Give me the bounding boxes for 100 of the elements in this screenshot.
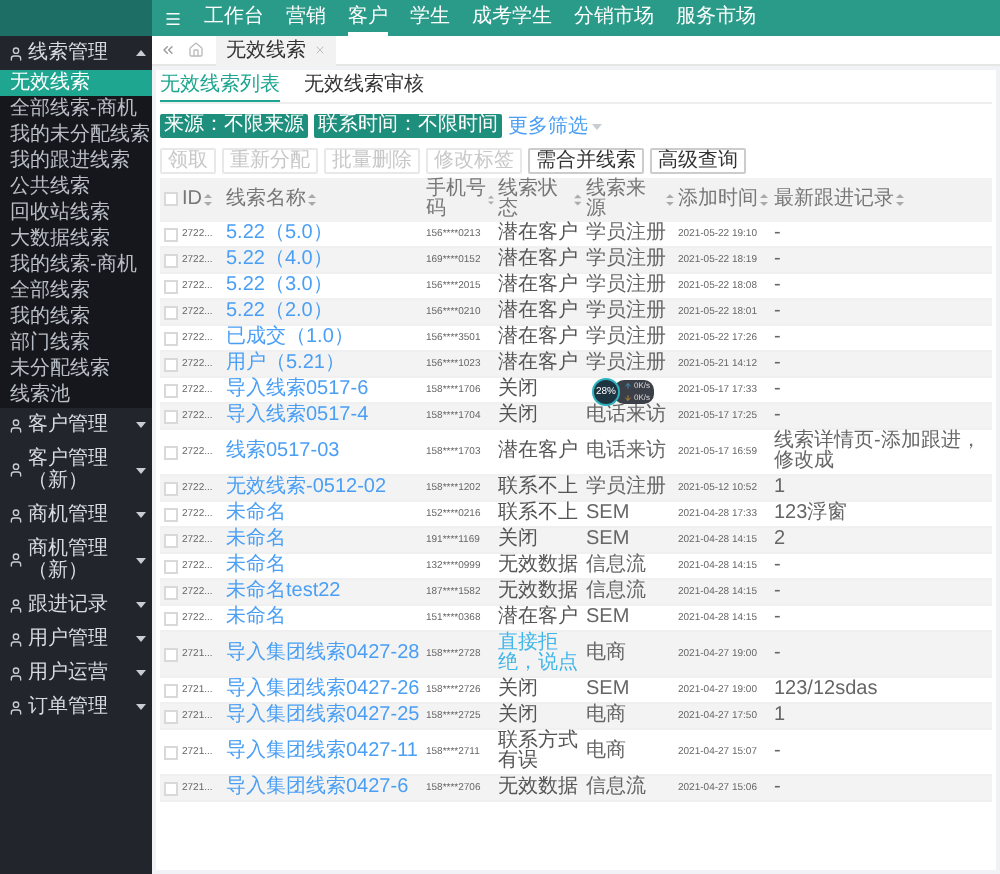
sidebar-group[interactable]: 商机管理 [0, 498, 152, 532]
collapse-icon[interactable] [160, 42, 176, 58]
checkbox[interactable] [163, 683, 177, 697]
sidebar-group[interactable]: 商机管理（新） [0, 532, 152, 588]
checkbox[interactable] [163, 279, 177, 293]
lead-link[interactable]: 用户（5.21） [224, 352, 424, 378]
lead-link[interactable]: 导入集团线索0427-6 [224, 776, 424, 802]
table-cell: 联系方式有误 [496, 730, 584, 776]
sidebar-item[interactable]: 大数据线索 [0, 226, 152, 252]
lead-link[interactable]: 5.22（3.0） [224, 274, 424, 300]
lead-link[interactable]: 未命名 [224, 554, 424, 580]
checkbox[interactable] [163, 647, 177, 661]
user-icon [8, 665, 24, 681]
column-header: ID [182, 190, 202, 210]
lead-link[interactable]: 无效线索-0512-02 [224, 476, 424, 502]
table-cell: 潜在客户 [496, 274, 584, 300]
sidebar-item[interactable]: 我的线索 [0, 304, 152, 330]
lead-link[interactable]: 导入线索0517-6 [224, 378, 424, 404]
sidebar-item[interactable]: 部门线索 [0, 330, 152, 356]
sidebar-item[interactable]: 我的未分配线索 [0, 122, 152, 148]
sidebar-item[interactable]: 我的跟进线索 [0, 148, 152, 174]
sidebar-group[interactable]: 线索管理 [0, 36, 152, 70]
filter-tag[interactable]: 联系时间：不限时间 [314, 114, 502, 138]
sidebar-item[interactable]: 全部线索 [0, 278, 152, 304]
status-link[interactable]: 直接拒绝，说点 [496, 632, 584, 678]
checkbox[interactable] [163, 383, 177, 397]
sort-icon[interactable] [760, 194, 768, 206]
sidebar-item[interactable]: 未分配线索 [0, 356, 152, 382]
lead-link[interactable]: 5.22（4.0） [224, 248, 424, 274]
checkbox[interactable] [163, 481, 177, 495]
checkbox[interactable] [163, 409, 177, 423]
sidebar-group[interactable]: 用户运营 [0, 656, 152, 690]
nav-item[interactable]: 学生 [410, 0, 450, 36]
nav-item[interactable]: 分销市场 [574, 0, 654, 36]
page-tab[interactable]: 无效线索 [216, 35, 336, 65]
table-cell: 学员注册 [584, 248, 676, 274]
filter-tag[interactable]: 来源：不限来源 [160, 114, 308, 138]
menu-icon[interactable] [164, 9, 182, 27]
sidebar-group[interactable]: 订单管理 [0, 690, 152, 724]
checkbox[interactable] [163, 533, 177, 547]
sidebar-group[interactable]: 客户管理（新） [0, 442, 152, 498]
table-cell: - [772, 300, 992, 326]
sidebar-item[interactable]: 无效线索 [0, 70, 152, 96]
sidebar-item[interactable]: 公共线索 [0, 174, 152, 200]
user-icon [8, 631, 24, 647]
sort-icon[interactable] [896, 194, 904, 206]
checkbox[interactable] [163, 585, 177, 599]
checkbox[interactable] [163, 445, 177, 459]
lead-link[interactable]: 未命名test22 [224, 580, 424, 606]
checkbox[interactable] [163, 507, 177, 521]
lead-link[interactable]: 5.22（2.0） [224, 300, 424, 326]
checkbox[interactable] [163, 357, 177, 371]
more-filters-link[interactable]: 更多筛选 [508, 112, 602, 140]
checkbox[interactable] [163, 559, 177, 573]
action-button[interactable]: 需合并线索 [528, 148, 644, 174]
nav-item[interactable]: 营销 [286, 0, 326, 36]
checkbox[interactable] [163, 781, 177, 795]
sidebar-group[interactable]: 用户管理 [0, 622, 152, 656]
lead-link[interactable]: 导入线索0517-4 [224, 404, 424, 430]
checkbox[interactable] [163, 331, 177, 345]
checkbox[interactable] [163, 709, 177, 723]
lead-link[interactable]: 未命名 [224, 502, 424, 528]
action-button[interactable]: 高级查询 [650, 148, 746, 174]
home-icon[interactable] [188, 42, 204, 58]
lead-link[interactable]: 未命名 [224, 606, 424, 632]
close-icon[interactable] [314, 44, 326, 56]
sidebar-item[interactable]: 我的线索-商机 [0, 252, 152, 278]
group-label: 客户管理 [28, 414, 110, 436]
nav-item[interactable]: 服务市场 [676, 0, 756, 36]
sidebar-item[interactable]: 全部线索-商机 [0, 96, 152, 122]
upload-icon [624, 382, 632, 390]
sidebar-item[interactable]: 回收站线索 [0, 200, 152, 226]
checkbox[interactable] [163, 611, 177, 625]
lead-link[interactable]: 导入集团线索0427-25 [224, 704, 424, 730]
checkbox[interactable] [163, 227, 177, 241]
caret-icon [136, 704, 146, 710]
checkbox[interactable] [163, 192, 177, 206]
lead-link[interactable]: 已成交（1.0） [224, 326, 424, 352]
nav-item[interactable]: 工作台 [204, 0, 264, 36]
group-label: 订单管理 [28, 696, 110, 718]
user-icon [8, 552, 24, 568]
sidebar-group[interactable]: 客户管理 [0, 408, 152, 442]
sidebar-item[interactable]: 线索池 [0, 382, 152, 408]
checkbox[interactable] [163, 305, 177, 319]
lead-link[interactable]: 未命名 [224, 528, 424, 554]
caret-icon [136, 422, 146, 428]
checkbox[interactable] [163, 253, 177, 267]
nav-item[interactable]: 成考学生 [472, 0, 552, 36]
sort-icon[interactable] [204, 194, 212, 206]
lead-link[interactable]: 5.22（5.0） [224, 222, 424, 248]
sub-tab[interactable]: 无效线索审核 [304, 72, 424, 102]
sort-icon[interactable] [308, 194, 316, 206]
table-cell: 无效数据 [496, 580, 584, 606]
table-cell: 1 [772, 476, 992, 502]
sub-tab[interactable]: 无效线索列表 [160, 72, 280, 102]
checkbox[interactable] [163, 745, 177, 759]
group-label: 跟进记录 [28, 594, 110, 616]
sidebar-group[interactable]: 跟进记录 [0, 588, 152, 622]
lead-link[interactable]: 导入集团线索0427-28 [224, 632, 424, 678]
lead-link[interactable]: 导入集团线索0427-26 [224, 678, 424, 704]
